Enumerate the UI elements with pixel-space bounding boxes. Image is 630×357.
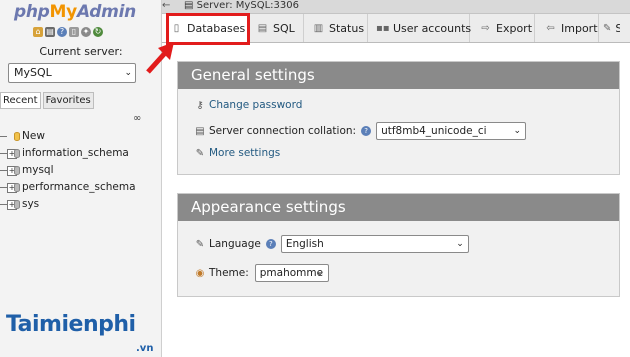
link-with-main-icon[interactable]: ∞ — [133, 113, 141, 124]
watermark-suffix: .vn — [136, 343, 154, 354]
help-icon[interactable]: ? — [265, 239, 276, 249]
home-icon[interactable]: ⌂ — [33, 27, 43, 37]
docs-icon[interactable]: ▯ — [69, 27, 79, 37]
breadcrumb-bar: ← ▤ Server: MySQL:3306 — [162, 0, 630, 14]
database-icon — [14, 166, 20, 175]
breadcrumb[interactable]: ▤ Server: MySQL:3306 — [184, 0, 299, 12]
server-select[interactable]: MySQL ⌄ — [8, 63, 136, 83]
nav-tabs: Recent Favorites — [0, 92, 96, 109]
reload-icon[interactable]: ↻ — [93, 27, 103, 37]
help-icon[interactable]: ? — [57, 27, 67, 37]
tab-favorites[interactable]: Favorites — [42, 92, 94, 109]
status-icon: ▥ — [313, 22, 324, 34]
database-icon — [14, 149, 20, 158]
database-item-sys[interactable]: + sys — [0, 196, 136, 213]
database-icon — [14, 200, 20, 209]
tab-import[interactable]: ⇦ Import — [535, 14, 599, 42]
collation-icon: ▤ — [195, 125, 205, 137]
chevron-down-icon: ⌄ — [124, 68, 132, 78]
collapse-nav-icon[interactable]: ← — [162, 0, 170, 12]
chevron-down-icon: ⌄ — [456, 239, 464, 249]
theme-select[interactable]: pmahomme ⌄ — [254, 264, 329, 282]
new-database-icon — [14, 132, 20, 141]
general-settings-title: General settings — [178, 62, 619, 89]
language-label: Language — [209, 238, 261, 250]
change-password-link[interactable]: Change password — [209, 99, 302, 111]
logout-icon[interactable]: ▤ — [45, 27, 55, 37]
import-icon: ⇦ — [546, 22, 555, 34]
theme-label: Theme: — [209, 267, 249, 279]
language-icon: ✎ — [195, 238, 205, 250]
more-settings-link[interactable]: More settings — [209, 147, 280, 159]
export-icon: ⇨ — [481, 22, 490, 34]
chevron-down-icon: ⌄ — [316, 268, 324, 278]
tab-status[interactable]: ▥ Status — [304, 14, 368, 42]
wrench-icon: ✎ — [195, 147, 205, 159]
tab-settings[interactable]: ✎ S — [599, 14, 620, 42]
change-password-row[interactable]: ⚷ Change password — [194, 99, 302, 111]
collation-label: Server connection collation: — [209, 125, 357, 137]
tab-sql[interactable]: ▤ SQL — [250, 14, 304, 42]
help-icon[interactable]: ? — [361, 126, 372, 136]
server-icon: ▤ — [184, 0, 194, 11]
current-server-label: Current server: — [39, 45, 123, 58]
general-settings-panel: General settings ⚷ Change password ▤ Ser… — [177, 61, 620, 175]
server-select-value: MySQL — [14, 66, 52, 79]
navigation-panel: phpMyAdmin ⌂ ▤ ? ▯ ✦ ↻ Current server: M… — [0, 0, 162, 357]
collation-row: ▤ Server connection collation: ? utf8mb4… — [194, 122, 527, 140]
watermark-logo: Taimienphi — [6, 312, 136, 337]
database-item-information-schema[interactable]: + information_schema — [0, 145, 136, 162]
user-accounts-icon: ▪▪ — [376, 22, 390, 34]
sql-icon: ▤ — [257, 22, 268, 34]
database-tree: New + information_schema + mysql + perfo… — [0, 128, 136, 213]
tab-user-accounts[interactable]: ▪▪ User accounts — [368, 14, 471, 42]
appearance-settings-title: Appearance settings — [178, 194, 619, 221]
tab-export[interactable]: ⇨ Export — [470, 14, 535, 42]
tab-recent[interactable]: Recent — [0, 92, 41, 109]
key-icon: ⚷ — [196, 99, 204, 111]
database-icon — [14, 183, 20, 192]
collation-select[interactable]: utf8mb4_unicode_ci ⌄ — [376, 122, 527, 140]
theme-icon: ◉ — [195, 267, 205, 279]
language-row: ✎ Language ? English ⌄ — [194, 235, 469, 253]
database-item-new[interactable]: New — [0, 128, 136, 145]
database-item-performance-schema[interactable]: + performance_schema — [0, 179, 136, 196]
quick-icons: ⌂ ▤ ? ▯ ✦ ↻ — [33, 27, 103, 37]
settings-icon[interactable]: ✦ — [81, 27, 91, 37]
appearance-settings-panel: Appearance settings ✎ Language ? English… — [177, 193, 620, 297]
database-item-mysql[interactable]: + mysql — [0, 162, 136, 179]
chevron-down-icon: ⌄ — [513, 126, 522, 136]
red-arrow-annotation — [146, 42, 174, 74]
language-select[interactable]: English ⌄ — [280, 235, 469, 253]
more-settings-row[interactable]: ✎ More settings — [194, 147, 280, 159]
phpmyadmin-logo[interactable]: phpMyAdmin — [14, 2, 136, 22]
settings-icon: ✎ — [603, 22, 612, 34]
theme-row: ◉ Theme: pmahomme ⌄ — [194, 264, 329, 282]
